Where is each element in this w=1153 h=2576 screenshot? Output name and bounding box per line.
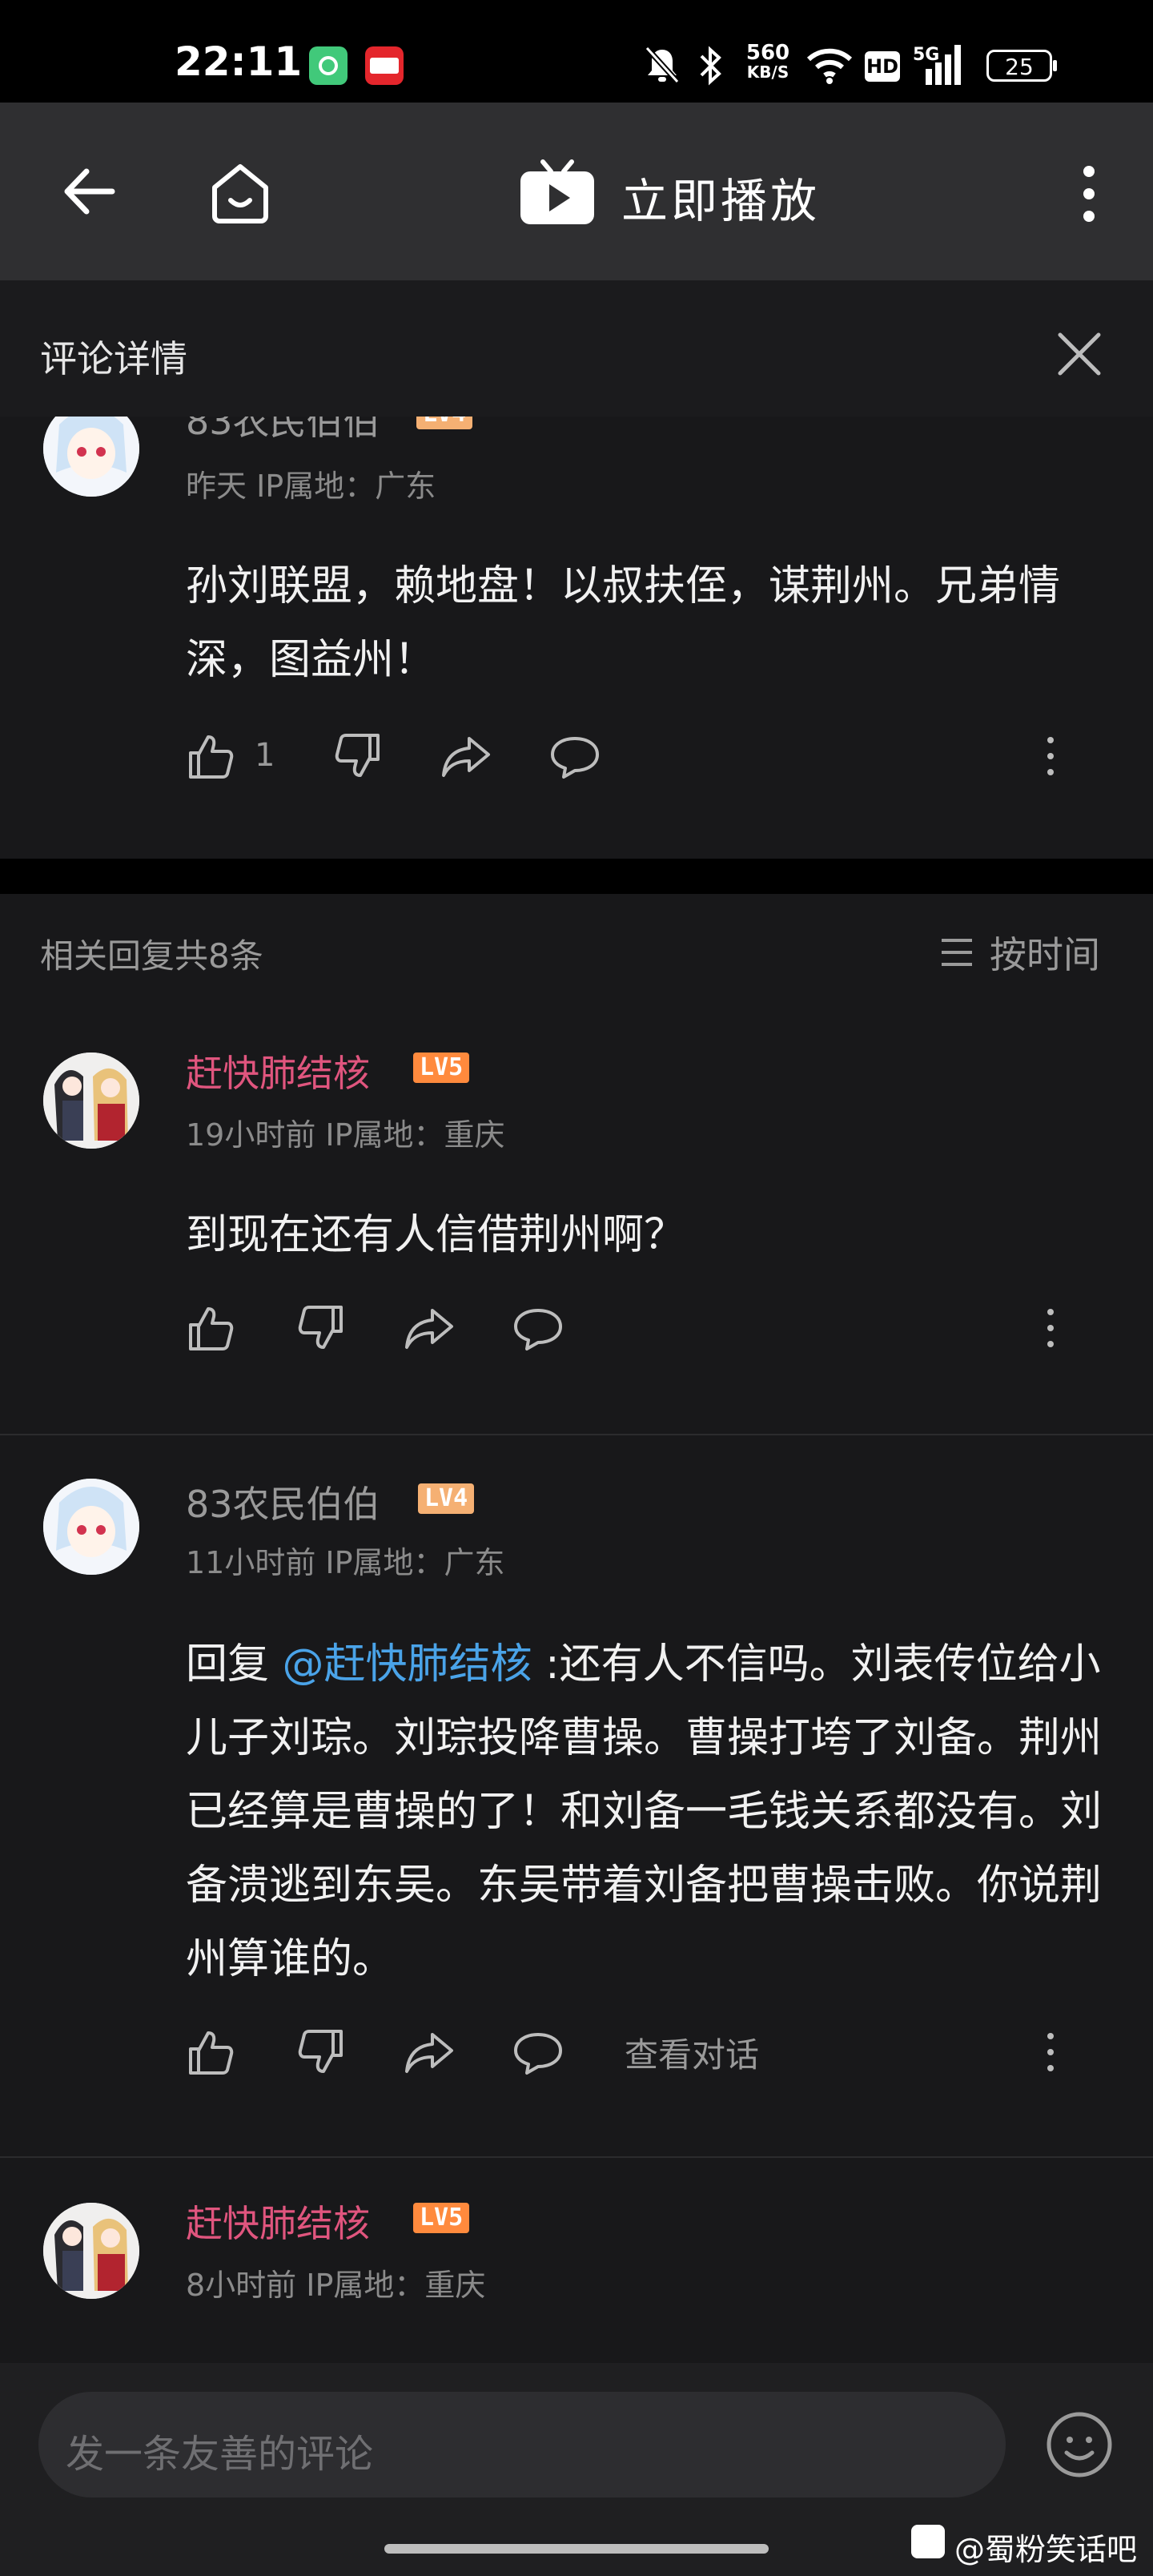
username[interactable]: 83农民伯伯 xyxy=(186,417,380,443)
reply-icon[interactable] xyxy=(512,1302,564,1354)
main-comment: 83农民伯伯 LV4 昨天 IP属地：广东 孙刘联盟，赖地盘！以叔扶侄，谋荆州。… xyxy=(0,417,1153,859)
avatar[interactable] xyxy=(43,1479,139,1575)
sort-by-time[interactable]: 按时间 xyxy=(990,926,1100,979)
comment-meta: 19小时前 IP属地：重庆 xyxy=(186,1117,505,1153)
level-badge: LV4 xyxy=(418,1483,475,1514)
more-vert-icon[interactable] xyxy=(1078,163,1100,224)
mention-link[interactable]: @赶快肺结核 xyxy=(283,1640,532,1688)
avatar[interactable] xyxy=(43,417,139,497)
level-badge: LV4 xyxy=(416,417,473,429)
emoji-icon[interactable] xyxy=(1046,2411,1113,2478)
like-count: 1 xyxy=(255,737,275,774)
reply-item: 赶快肺结核 LV5 19小时前 IP属地：重庆 到现在还有人信借荆州啊？ xyxy=(0,1001,1153,1435)
tieba-logo-icon xyxy=(911,2525,945,2558)
comment-content: 孙刘联盟，赖地盘！以叔扶侄，谋荆州。兄弟情深，图益州！ xyxy=(186,562,1061,684)
level-badge: LV5 xyxy=(413,1053,470,1083)
share-icon[interactable] xyxy=(404,2027,455,2078)
username[interactable]: 赶快肺结核 xyxy=(186,1044,370,1097)
comment-meta: 昨天 IP属地：广东 xyxy=(186,469,436,504)
dislike-icon[interactable] xyxy=(331,731,383,782)
network-speed: 560 KB/S xyxy=(745,41,790,82)
like-icon[interactable] xyxy=(186,1302,237,1354)
mute-icon xyxy=(645,46,680,84)
comment-more-icon[interactable] xyxy=(1043,1302,1059,1354)
comment-meta: 11小时前 IP属地：广东 xyxy=(186,1545,505,1580)
home-indicator[interactable] xyxy=(384,2544,769,2554)
like-icon[interactable] xyxy=(186,731,237,782)
battery-icon: 25 xyxy=(986,50,1057,82)
hd-indicator: HD xyxy=(865,51,900,82)
sheet-title: 评论详情 xyxy=(40,337,187,380)
avatar[interactable] xyxy=(43,2203,139,2299)
reply-item: 83农民伯伯 LV4 11小时前 IP属地：广东 回复 @赶快肺结核 :还有人不… xyxy=(0,1435,1153,2156)
share-icon[interactable] xyxy=(440,731,492,782)
comment-content: 到现在还有人信借荆州啊？ xyxy=(186,1211,686,1259)
share-icon[interactable] xyxy=(404,1302,455,1354)
like-icon[interactable] xyxy=(186,2027,237,2078)
comment-input-placeholder: 发一条友善的评论 xyxy=(66,2432,374,2477)
comment-input[interactable]: 发一条友善的评论 xyxy=(38,2392,1006,2498)
comment-more-icon[interactable] xyxy=(1043,2027,1059,2078)
username[interactable]: 赶快肺结核 xyxy=(186,2195,370,2248)
view-conversation-link[interactable]: 查看对话 xyxy=(625,2028,759,2077)
back-arrow-icon[interactable] xyxy=(61,163,117,219)
comment-more-icon[interactable] xyxy=(1043,731,1059,782)
reply-icon[interactable] xyxy=(549,731,601,782)
bluetooth-icon xyxy=(700,46,721,86)
dislike-icon[interactable] xyxy=(295,2027,346,2078)
app-notification-icon xyxy=(309,46,348,85)
watermark: @蜀粉笑话吧 xyxy=(954,2532,1138,2567)
close-icon[interactable] xyxy=(1055,330,1103,378)
section-divider xyxy=(0,859,1153,894)
status-time: 22:11 xyxy=(175,38,303,85)
replies-count: 相关回复共8条 xyxy=(40,936,263,976)
play-now-title[interactable]: 立即播放 xyxy=(621,163,820,231)
level-badge: LV5 xyxy=(413,2203,470,2233)
status-bar: 22:11 560 KB/S HD 5G 25 xyxy=(0,0,1153,103)
wifi-icon xyxy=(806,48,853,84)
dislike-icon[interactable] xyxy=(295,1302,346,1354)
reply-item: 赶快肺结核 LV5 8小时前 IP属地：重庆 xyxy=(0,2158,1153,2363)
play-tv-icon[interactable] xyxy=(519,159,596,227)
news-app-icon xyxy=(365,46,404,85)
comment-text: :还有人不信吗。刘表传位给小儿子刘琮。刘琮投降曹操。曹操打垮了刘备。荆州已经算是… xyxy=(186,1640,1103,1983)
sort-icon[interactable] xyxy=(938,934,975,971)
home-icon[interactable] xyxy=(207,160,274,224)
reply-prefix: 回复 xyxy=(186,1640,283,1688)
avatar[interactable] xyxy=(43,1053,139,1149)
username[interactable]: 83农民伯伯 xyxy=(186,1475,380,1528)
comment-content: 回复 @赶快肺结核 :还有人不信吗。刘表传位给小儿子刘琮。刘琮投降曹操。曹操打垮… xyxy=(186,1628,1115,1996)
user-row: 83农民伯伯 xyxy=(186,417,380,445)
reply-icon[interactable] xyxy=(512,2027,564,2078)
comment-meta: 8小时前 IP属地：重庆 xyxy=(186,2268,486,2303)
